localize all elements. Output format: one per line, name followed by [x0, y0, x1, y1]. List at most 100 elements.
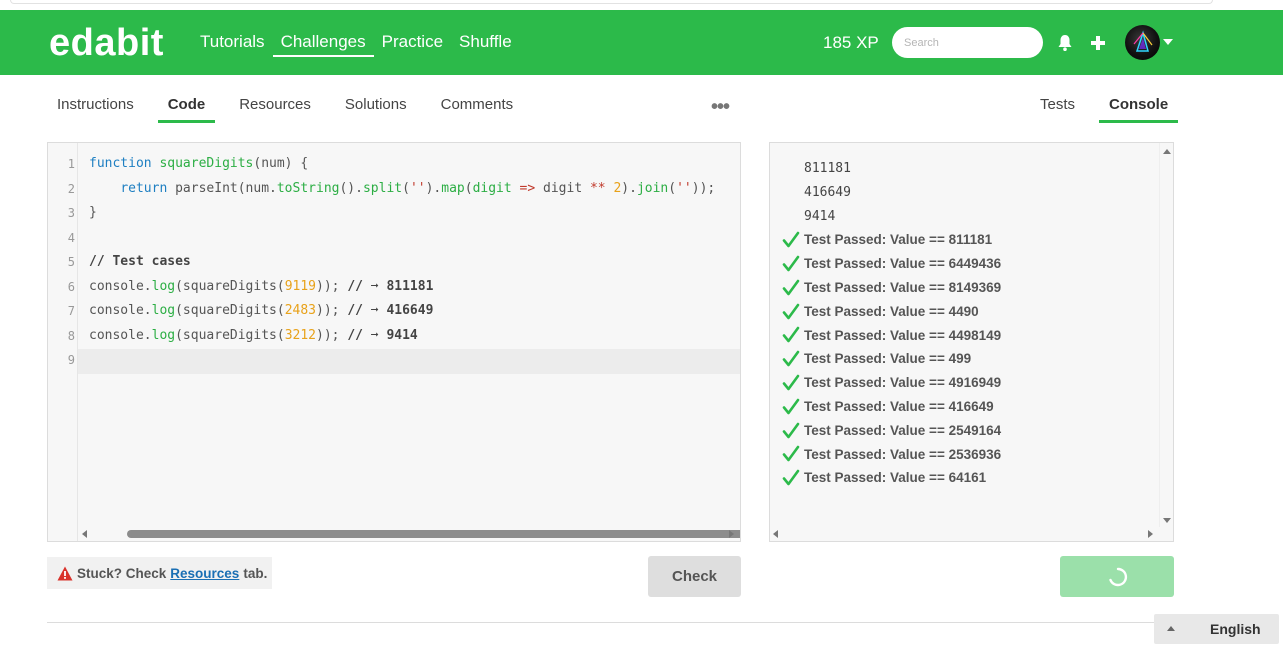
console-log-line: 9414: [804, 208, 836, 224]
line-number: 3: [67, 206, 75, 220]
plus-icon[interactable]: [1090, 35, 1106, 51]
test-result-text: Test Passed: Value == 64161: [804, 470, 987, 486]
line-number: 4: [67, 231, 75, 245]
code-line[interactable]: console.log(squareDigits(2483)); // ➞ 41…: [89, 303, 433, 318]
scroll-down-icon[interactable]: [1163, 518, 1171, 523]
tab-resources[interactable]: Resources: [229, 88, 321, 123]
stuck-prefix: Stuck? Check: [77, 565, 167, 581]
test-result-text: Test Passed: Value == 2536936: [804, 446, 1002, 462]
line-gutter: 1 2 3 4 5 6 7 8 9: [48, 143, 78, 541]
test-passed-line: Test Passed: Value == 4916949: [770, 371, 1158, 395]
line-number: 7: [67, 304, 75, 318]
test-result-text: Test Passed: Value == 499: [804, 351, 972, 367]
scroll-right-icon[interactable]: [1148, 530, 1153, 538]
tab-tests[interactable]: Tests: [1030, 88, 1085, 123]
nav-tutorials[interactable]: Tutorials: [192, 10, 273, 75]
logo[interactable]: edabit: [49, 22, 164, 65]
tab-code[interactable]: Code: [157, 88, 216, 123]
test-result-text: Test Passed: Value == 4498149: [804, 327, 1002, 343]
test-passed-line: Test Passed: Value == 6449436: [770, 252, 1158, 276]
tab-console[interactable]: Console: [1099, 88, 1179, 123]
line-number: 1: [67, 157, 75, 171]
active-line-highlight: [78, 349, 740, 374]
test-passed-line: Test Passed: Value == 499: [770, 347, 1158, 371]
scroll-left-icon[interactable]: [773, 530, 778, 538]
console-panel[interactable]: 811181 416649 9414 Test Passed: Value == 81…: [769, 142, 1174, 542]
avatar[interactable]: [1125, 25, 1160, 60]
check-icon: [782, 469, 800, 486]
check-icon: [782, 303, 800, 319]
console-vertical-scrollbar[interactable]: [1159, 143, 1173, 529]
test-passed-line: Test Passed: Value == 8149369: [770, 276, 1158, 300]
code-line[interactable]: function squareDigits(num) {: [89, 156, 308, 171]
tab-solutions[interactable]: Solutions: [335, 88, 417, 123]
test-passed-line: Test Passed: Value == 2536936: [770, 443, 1158, 467]
scroll-left-icon[interactable]: [82, 530, 87, 538]
test-passed-line: Test Passed: Value == 811181: [770, 228, 1158, 252]
console-log-line: 811181: [804, 161, 851, 176]
avatar-image-icon: [1133, 30, 1153, 52]
nav-challenges[interactable]: Challenges: [272, 10, 374, 75]
test-result-text: Test Passed: Value == 6449436: [804, 256, 1002, 272]
nav-practice[interactable]: Practice: [374, 10, 451, 75]
check-icon: [782, 422, 800, 438]
code-line[interactable]: return parseInt(num.toString().split('')…: [89, 181, 715, 196]
code-line[interactable]: console.log(squareDigits(3212)); // ➞ 94…: [89, 328, 418, 343]
main-nav: Tutorials Challenges Practice Shuffle: [192, 10, 520, 75]
test-passed-line: Test Passed: Value == 4498149: [770, 324, 1158, 348]
line-number: 5: [67, 255, 75, 269]
tab-comments[interactable]: Comments: [431, 88, 524, 123]
language-selector[interactable]: English: [1154, 614, 1279, 644]
spinner-icon: [1109, 567, 1128, 587]
check-button[interactable]: Check: [648, 556, 741, 597]
resources-link[interactable]: Resources: [170, 566, 239, 581]
stuck-hint: Stuck? Check Resources tab.: [47, 557, 272, 589]
bell-icon[interactable]: [1057, 34, 1073, 52]
scroll-right-icon[interactable]: [729, 530, 734, 538]
test-passed-line: Test Passed: Value == 2549164: [770, 419, 1158, 443]
test-result-text: Test Passed: Value == 4916949: [804, 375, 1002, 391]
check-icon: [782, 398, 800, 415]
instruction-tabs: Instructions Code Resources Solutions Co…: [47, 88, 537, 126]
run-button[interactable]: [1060, 556, 1174, 597]
nav-shuffle[interactable]: Shuffle: [451, 10, 520, 75]
test-result-text: Test Passed: Value == 8149369: [804, 279, 1002, 295]
console-horizontal-scrollbar[interactable]: [770, 527, 1173, 541]
code-line[interactable]: // Test cases: [89, 254, 191, 269]
code-editor[interactable]: 1 2 3 4 5 6 7 8 9 function squareDigits(…: [47, 142, 741, 542]
output-tabs: Tests Console: [1030, 88, 1192, 126]
language-label: English: [1210, 621, 1261, 637]
warning-icon: [57, 566, 73, 580]
check-icon: [782, 350, 800, 367]
line-number: 2: [67, 182, 75, 196]
test-result-text: Test Passed: Value == 811181: [804, 232, 993, 248]
test-passed-line: Test Passed: Value == 4490: [770, 300, 1158, 324]
code-line[interactable]: }: [89, 205, 97, 220]
chevron-up-icon: [1167, 626, 1175, 631]
line-number: 9: [67, 353, 75, 367]
check-icon: [782, 231, 800, 248]
tab-instructions[interactable]: Instructions: [47, 88, 144, 123]
code-line[interactable]: console.log(squareDigits(9119)); // ➞ 81…: [89, 279, 433, 294]
xp-counter: 185 XP: [823, 33, 879, 52]
check-icon: [782, 327, 800, 343]
browser-top-strip: [0, 0, 1283, 10]
scrollbar-thumb[interactable]: [127, 530, 740, 538]
line-number: 6: [67, 280, 75, 294]
test-result-text: Test Passed: Value == 2549164: [804, 422, 1002, 438]
scroll-up-icon[interactable]: [1163, 149, 1171, 154]
stuck-suffix: tab.: [243, 565, 268, 581]
editor-horizontal-scrollbar[interactable]: [79, 527, 740, 541]
test-result-text: Test Passed: Value == 416649: [804, 398, 994, 414]
check-icon: [782, 374, 800, 391]
more-options-icon[interactable]: •••: [711, 97, 737, 117]
check-icon: [782, 279, 800, 296]
chevron-down-icon[interactable]: [1163, 38, 1173, 46]
test-passed-line: Test Passed: Value == 64161: [770, 466, 1158, 490]
search-input[interactable]: [892, 27, 1043, 58]
test-result-text: Test Passed: Value == 4490: [804, 303, 979, 319]
top-strip-bar: [10, 0, 1213, 4]
check-icon: [782, 446, 800, 462]
test-passed-line: Test Passed: Value == 416649: [770, 395, 1158, 419]
console-output: 811181 416649 9414 Test Passed: Value == 81…: [770, 157, 1158, 490]
